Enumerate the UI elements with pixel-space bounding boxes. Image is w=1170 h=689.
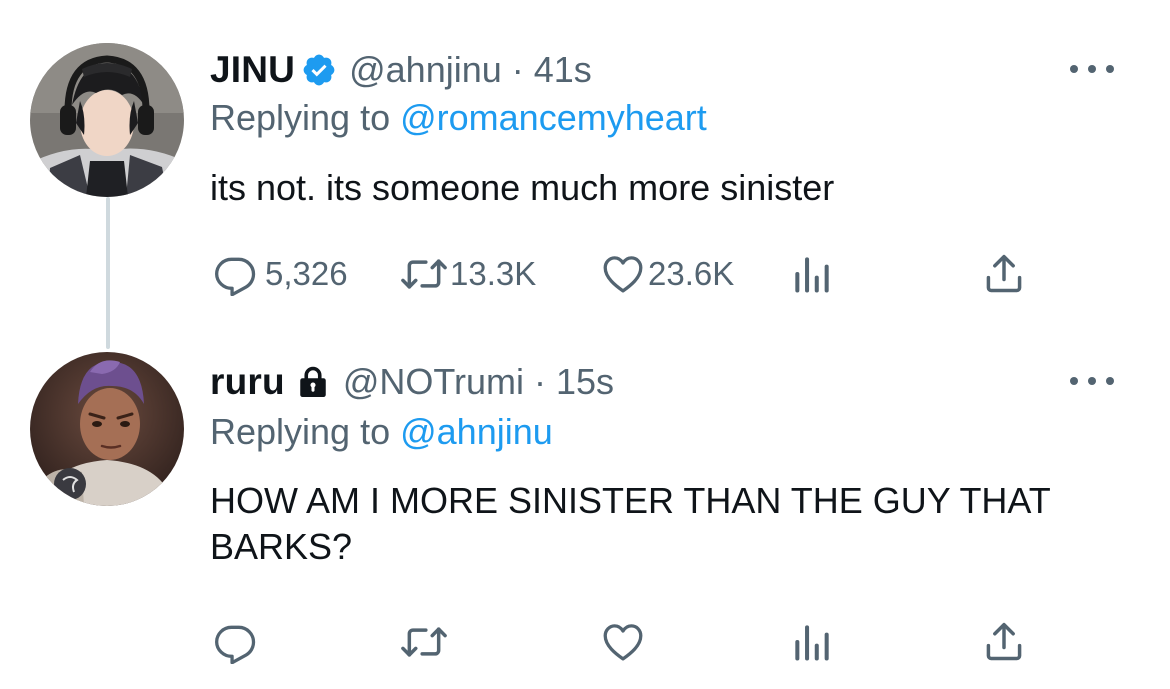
separator-dot: · (511, 49, 524, 90)
user-handle[interactable]: @NOTrumi (343, 361, 524, 403)
like-count: 23.6K (648, 255, 735, 292)
analytics-button[interactable] (790, 252, 834, 296)
replying-prefix: Replying to (210, 411, 401, 452)
replying-prefix: Replying to (210, 97, 401, 138)
analytics-icon (790, 252, 834, 296)
replying-to-mention[interactable]: @romancemyheart (400, 97, 707, 138)
reply-button[interactable]: 5,326 (213, 252, 348, 296)
retweet-count: 13.3K (450, 255, 537, 292)
share-button[interactable] (982, 620, 1026, 664)
reply-icon (213, 620, 257, 664)
retweet-button[interactable] (400, 620, 456, 664)
share-button[interactable] (982, 252, 1026, 296)
timestamp[interactable]: 15s (556, 361, 614, 403)
separator-dot: · (534, 361, 547, 402)
user-handle[interactable]: @ahnjinu (349, 49, 502, 91)
verified-badge-icon (301, 52, 337, 88)
like-button[interactable] (600, 620, 654, 664)
display-name[interactable]: ruru (210, 361, 285, 403)
more-options-icon[interactable] (1070, 366, 1114, 396)
share-icon (982, 620, 1026, 664)
display-name[interactable]: JINU (210, 49, 295, 91)
tweet-text: HOW AM I MORE SINISTER THAN THE GUY THAT… (210, 480, 1051, 567)
reply-count: 5,326 (265, 255, 348, 292)
tweet-ruru[interactable]: ruru @NOTrumi · 15s Replying to @ahnjinu… (0, 330, 1170, 689)
more-options-icon[interactable] (1070, 54, 1114, 84)
analytics-icon (790, 620, 834, 664)
like-button[interactable]: 23.6K (600, 252, 734, 296)
tweet-jinu[interactable]: JINU @ahnjinu · 41s Replying to @romance… (0, 0, 1170, 330)
reply-icon (213, 252, 257, 296)
retweet-button[interactable]: 13.3K (400, 252, 536, 296)
replying-to-line: Replying to @romancemyheart (210, 97, 707, 139)
replying-to-line: Replying to @ahnjinu (210, 411, 553, 453)
heart-icon (600, 620, 646, 664)
analytics-button[interactable] (790, 620, 834, 664)
timestamp[interactable]: 41s (534, 49, 592, 91)
avatar[interactable] (30, 352, 184, 506)
avatar[interactable] (30, 43, 184, 197)
tweet-header: JINU @ahnjinu · 41s (210, 45, 592, 95)
tweet-text: its not. its someone much more sinister (210, 167, 835, 208)
share-icon (982, 252, 1026, 296)
replying-to-mention[interactable]: @ahnjinu (400, 411, 553, 452)
reply-button[interactable] (213, 620, 265, 664)
tweet-header: ruru @NOTrumi · 15s (210, 357, 614, 407)
lock-icon (295, 364, 331, 400)
retweet-icon (400, 620, 448, 664)
retweet-icon (400, 252, 448, 296)
heart-icon (600, 252, 646, 296)
